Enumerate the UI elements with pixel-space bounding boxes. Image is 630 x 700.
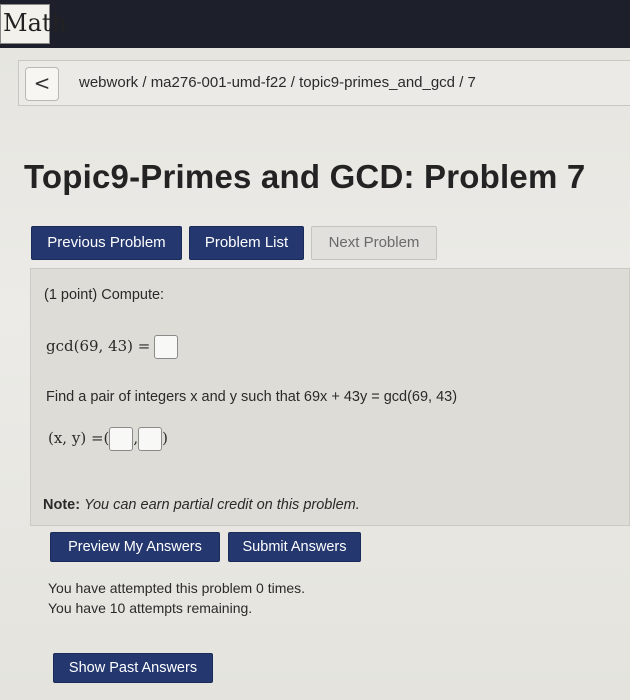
top-bar: Math [0, 0, 630, 48]
pair-question: (x, y) =(,) [48, 427, 168, 451]
note-text: You can earn partial credit on this prob… [84, 497, 360, 513]
back-button[interactable]: < [25, 67, 59, 101]
next-problem-button[interactable]: Next Problem [311, 226, 437, 260]
show-past-answers-button[interactable]: Show Past Answers [53, 653, 213, 683]
pair-close: ) [162, 428, 169, 447]
brand-logo[interactable]: Math [0, 4, 67, 44]
gcd-question: gcd(69, 43) = [46, 335, 179, 359]
problem-list-button[interactable]: Problem List [189, 226, 304, 260]
submit-answers-button[interactable]: Submit Answers [228, 532, 361, 562]
problem-intro: (1 point) Compute: [44, 287, 165, 303]
preview-answers-button[interactable]: Preview My Answers [50, 532, 220, 562]
problem-panel: (1 point) Compute: gcd(69, 43) = Find a … [30, 268, 630, 526]
previous-problem-button[interactable]: Previous Problem [31, 226, 182, 260]
top-bar-fill [50, 0, 630, 48]
partial-credit-note: Note: You can earn partial credit on thi… [43, 497, 360, 513]
pair-prompt: Find a pair of integers x and y such tha… [46, 389, 458, 405]
page-title: Topic9-Primes and GCD: Problem 7 [24, 158, 586, 195]
attempts-count: You have attempted this problem 0 times. [48, 580, 306, 596]
pair-expression: (x, y) =( [48, 428, 110, 447]
attempts-remaining: You have 10 attempts remaining. [48, 600, 253, 616]
breadcrumb-path[interactable]: webwork / ma276-001-umd-f22 / topic9-pri… [79, 74, 476, 91]
gcd-answer-input[interactable] [154, 335, 179, 359]
note-label: Note: [43, 497, 81, 513]
gcd-expression: gcd(69, 43) = [46, 336, 151, 355]
breadcrumb: < webwork / ma276-001-umd-f22 / topic9-p… [18, 60, 630, 106]
y-answer-input[interactable] [138, 427, 163, 451]
main-page: < webwork / ma276-001-umd-f22 / topic9-p… [0, 48, 630, 700]
x-answer-input[interactable] [109, 427, 134, 451]
